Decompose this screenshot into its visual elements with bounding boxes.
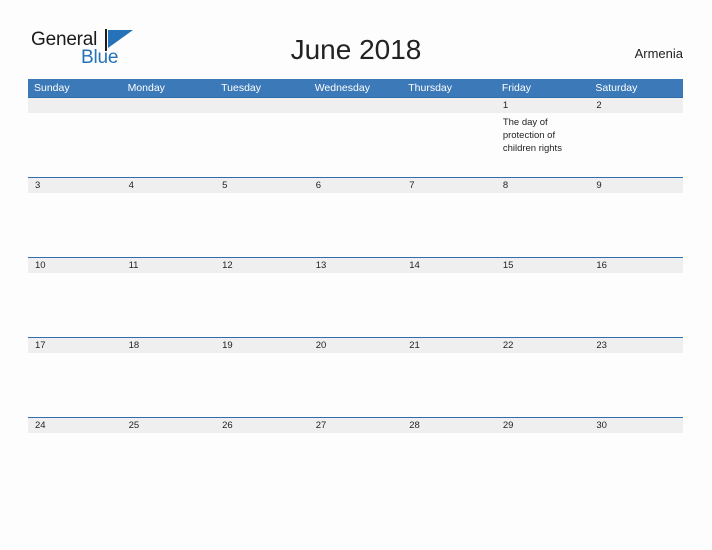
day-number[interactable]: 4: [122, 178, 216, 193]
weekday-saturday: Saturday: [595, 82, 638, 94]
day-number[interactable]: 10: [28, 258, 122, 273]
day-event[interactable]: [122, 353, 216, 417]
day-event[interactable]: [215, 433, 309, 497]
day-number[interactable]: 2: [589, 98, 683, 113]
week-event-band: [28, 353, 683, 417]
week-date-band: 17 18 19 20 21 22 23: [28, 338, 683, 353]
day-number[interactable]: 17: [28, 338, 122, 353]
calendar-grid: Sunday Monday Tuesday Wednesday Thursday…: [28, 79, 683, 497]
day-number[interactable]: [402, 98, 496, 113]
day-number[interactable]: 15: [496, 258, 590, 273]
day-event[interactable]: [309, 273, 403, 337]
day-number[interactable]: 12: [215, 258, 309, 273]
day-number[interactable]: 20: [309, 338, 403, 353]
day-number[interactable]: 26: [215, 418, 309, 433]
page-header: General Blue June 2018 Armenia: [0, 0, 712, 78]
week-event-band: The day of protection of children rights: [28, 113, 683, 177]
weekday-wednesday: Wednesday: [314, 82, 370, 94]
weekday-sunday: Sunday: [34, 82, 70, 94]
day-event[interactable]: The day of protection of children rights: [496, 113, 590, 177]
day-number[interactable]: 28: [402, 418, 496, 433]
day-event[interactable]: [402, 113, 496, 177]
week-row: 24 25 26 27 28 29 30: [28, 417, 683, 497]
day-number[interactable]: 25: [122, 418, 216, 433]
day-number[interactable]: 6: [309, 178, 403, 193]
day-number[interactable]: 11: [122, 258, 216, 273]
day-event[interactable]: [28, 433, 122, 497]
day-event[interactable]: [589, 113, 683, 177]
day-number[interactable]: 21: [402, 338, 496, 353]
weekday-monday: Monday: [127, 82, 165, 94]
day-event[interactable]: [496, 433, 590, 497]
day-number[interactable]: 7: [402, 178, 496, 193]
calendar-page: General Blue June 2018 Armenia Sunday Mo…: [0, 0, 712, 550]
day-number[interactable]: 23: [589, 338, 683, 353]
day-number[interactable]: [215, 98, 309, 113]
day-event[interactable]: [28, 193, 122, 257]
day-event[interactable]: [122, 113, 216, 177]
day-event[interactable]: [309, 433, 403, 497]
day-number[interactable]: 22: [496, 338, 590, 353]
day-number[interactable]: 19: [215, 338, 309, 353]
page-title: June 2018: [290, 34, 422, 65]
weekday-thursday: Thursday: [408, 82, 453, 94]
day-event[interactable]: [28, 353, 122, 417]
week-row: 17 18 19 20 21 22 23: [28, 337, 683, 417]
day-number[interactable]: [28, 98, 122, 113]
day-number[interactable]: 24: [28, 418, 122, 433]
day-event[interactable]: [28, 113, 122, 177]
day-number[interactable]: 5: [215, 178, 309, 193]
day-event[interactable]: [215, 353, 309, 417]
day-number[interactable]: 8: [496, 178, 590, 193]
week-event-band: [28, 273, 683, 337]
day-event[interactable]: [215, 113, 309, 177]
day-number[interactable]: 14: [402, 258, 496, 273]
day-number[interactable]: 18: [122, 338, 216, 353]
week-date-band: 1 2: [28, 98, 683, 113]
day-number[interactable]: [309, 98, 403, 113]
day-number[interactable]: 30: [589, 418, 683, 433]
weekday-friday: Friday: [501, 82, 531, 94]
day-event[interactable]: [215, 273, 309, 337]
week-row: 1 2 The day of protection of children ri…: [28, 97, 683, 177]
day-number[interactable]: 27: [309, 418, 403, 433]
week-date-band: 3 4 5 6 7 8 9: [28, 178, 683, 193]
week-row: 3 4 5 6 7 8 9: [28, 177, 683, 257]
day-event[interactable]: [309, 193, 403, 257]
day-event[interactable]: [122, 193, 216, 257]
day-event[interactable]: [496, 353, 590, 417]
day-event[interactable]: [28, 273, 122, 337]
week-date-band: 24 25 26 27 28 29 30: [28, 418, 683, 433]
day-event[interactable]: [402, 193, 496, 257]
weekday-tuesday: Tuesday: [221, 82, 262, 94]
day-event[interactable]: [496, 273, 590, 337]
day-event[interactable]: [496, 193, 590, 257]
day-number[interactable]: 16: [589, 258, 683, 273]
day-number[interactable]: 13: [309, 258, 403, 273]
day-event[interactable]: [122, 433, 216, 497]
day-event[interactable]: [589, 273, 683, 337]
day-event[interactable]: [402, 353, 496, 417]
weekday-header-row: Sunday Monday Tuesday Wednesday Thursday…: [28, 79, 683, 97]
country-label: Armenia: [634, 46, 683, 61]
day-event[interactable]: [122, 273, 216, 337]
day-event[interactable]: [309, 113, 403, 177]
day-event[interactable]: [589, 193, 683, 257]
day-number[interactable]: 9: [589, 178, 683, 193]
day-event[interactable]: [402, 273, 496, 337]
day-event[interactable]: [589, 353, 683, 417]
day-number[interactable]: 29: [496, 418, 590, 433]
week-event-band: [28, 193, 683, 257]
day-event[interactable]: [402, 433, 496, 497]
day-number[interactable]: 3: [28, 178, 122, 193]
week-date-band: 10 11 12 13 14 15 16: [28, 258, 683, 273]
day-event[interactable]: [589, 433, 683, 497]
day-number[interactable]: [122, 98, 216, 113]
week-row: 10 11 12 13 14 15 16: [28, 257, 683, 337]
day-event[interactable]: [215, 193, 309, 257]
week-event-band: [28, 433, 683, 497]
day-event[interactable]: [309, 353, 403, 417]
day-number[interactable]: 1: [496, 98, 590, 113]
